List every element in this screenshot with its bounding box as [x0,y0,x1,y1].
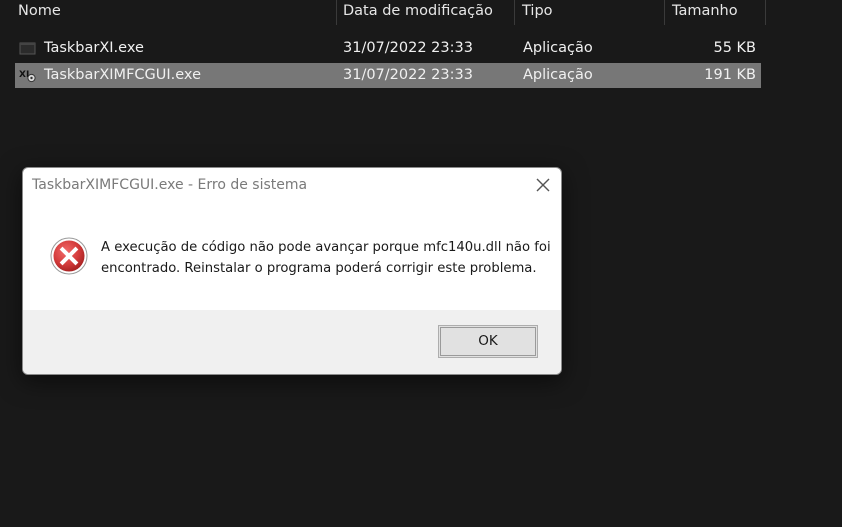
dialog-title: TaskbarXIMFCGUI.exe - Erro de sistema [32,177,308,193]
dialog-titlebar[interactable]: TaskbarXIMFCGUI.exe - Erro de sistema [23,168,561,204]
file-name: TaskbarXI.exe [44,40,144,56]
file-type: Aplicação [523,40,593,56]
file-type: Aplicação [523,67,593,83]
file-size: 191 KB [704,67,756,83]
column-header-size[interactable]: Tamanho [665,0,766,25]
column-header-date[interactable]: Data de modificação [336,0,515,25]
exe-file-icon [19,40,37,56]
column-header-type[interactable]: Tipo [515,0,665,25]
file-size: 55 KB [713,40,756,56]
error-message: A execução de código não pode avançar po… [101,240,551,276]
ok-button[interactable]: OK [438,325,538,358]
file-row-taskbarximfcgui[interactable]: XI TaskbarXIMFCGUI.exe 31/07/2022 23:33 … [15,63,761,88]
file-name: TaskbarXIMFCGUI.exe [44,67,201,83]
close-icon[interactable] [531,173,555,197]
file-date: 31/07/2022 23:33 [343,40,473,56]
column-header-name[interactable]: Nome [11,0,337,25]
file-date: 31/07/2022 23:33 [343,67,473,83]
file-row-taskbarxi[interactable]: TaskbarXI.exe 31/07/2022 23:33 Aplicação… [15,36,761,61]
exe-gear-file-icon: XI [19,67,37,83]
dialog-body: A execução de código não pode avançar po… [23,204,561,310]
error-icon [50,237,88,275]
system-error-dialog: TaskbarXIMFCGUI.exe - Erro de sistema A … [22,167,562,375]
